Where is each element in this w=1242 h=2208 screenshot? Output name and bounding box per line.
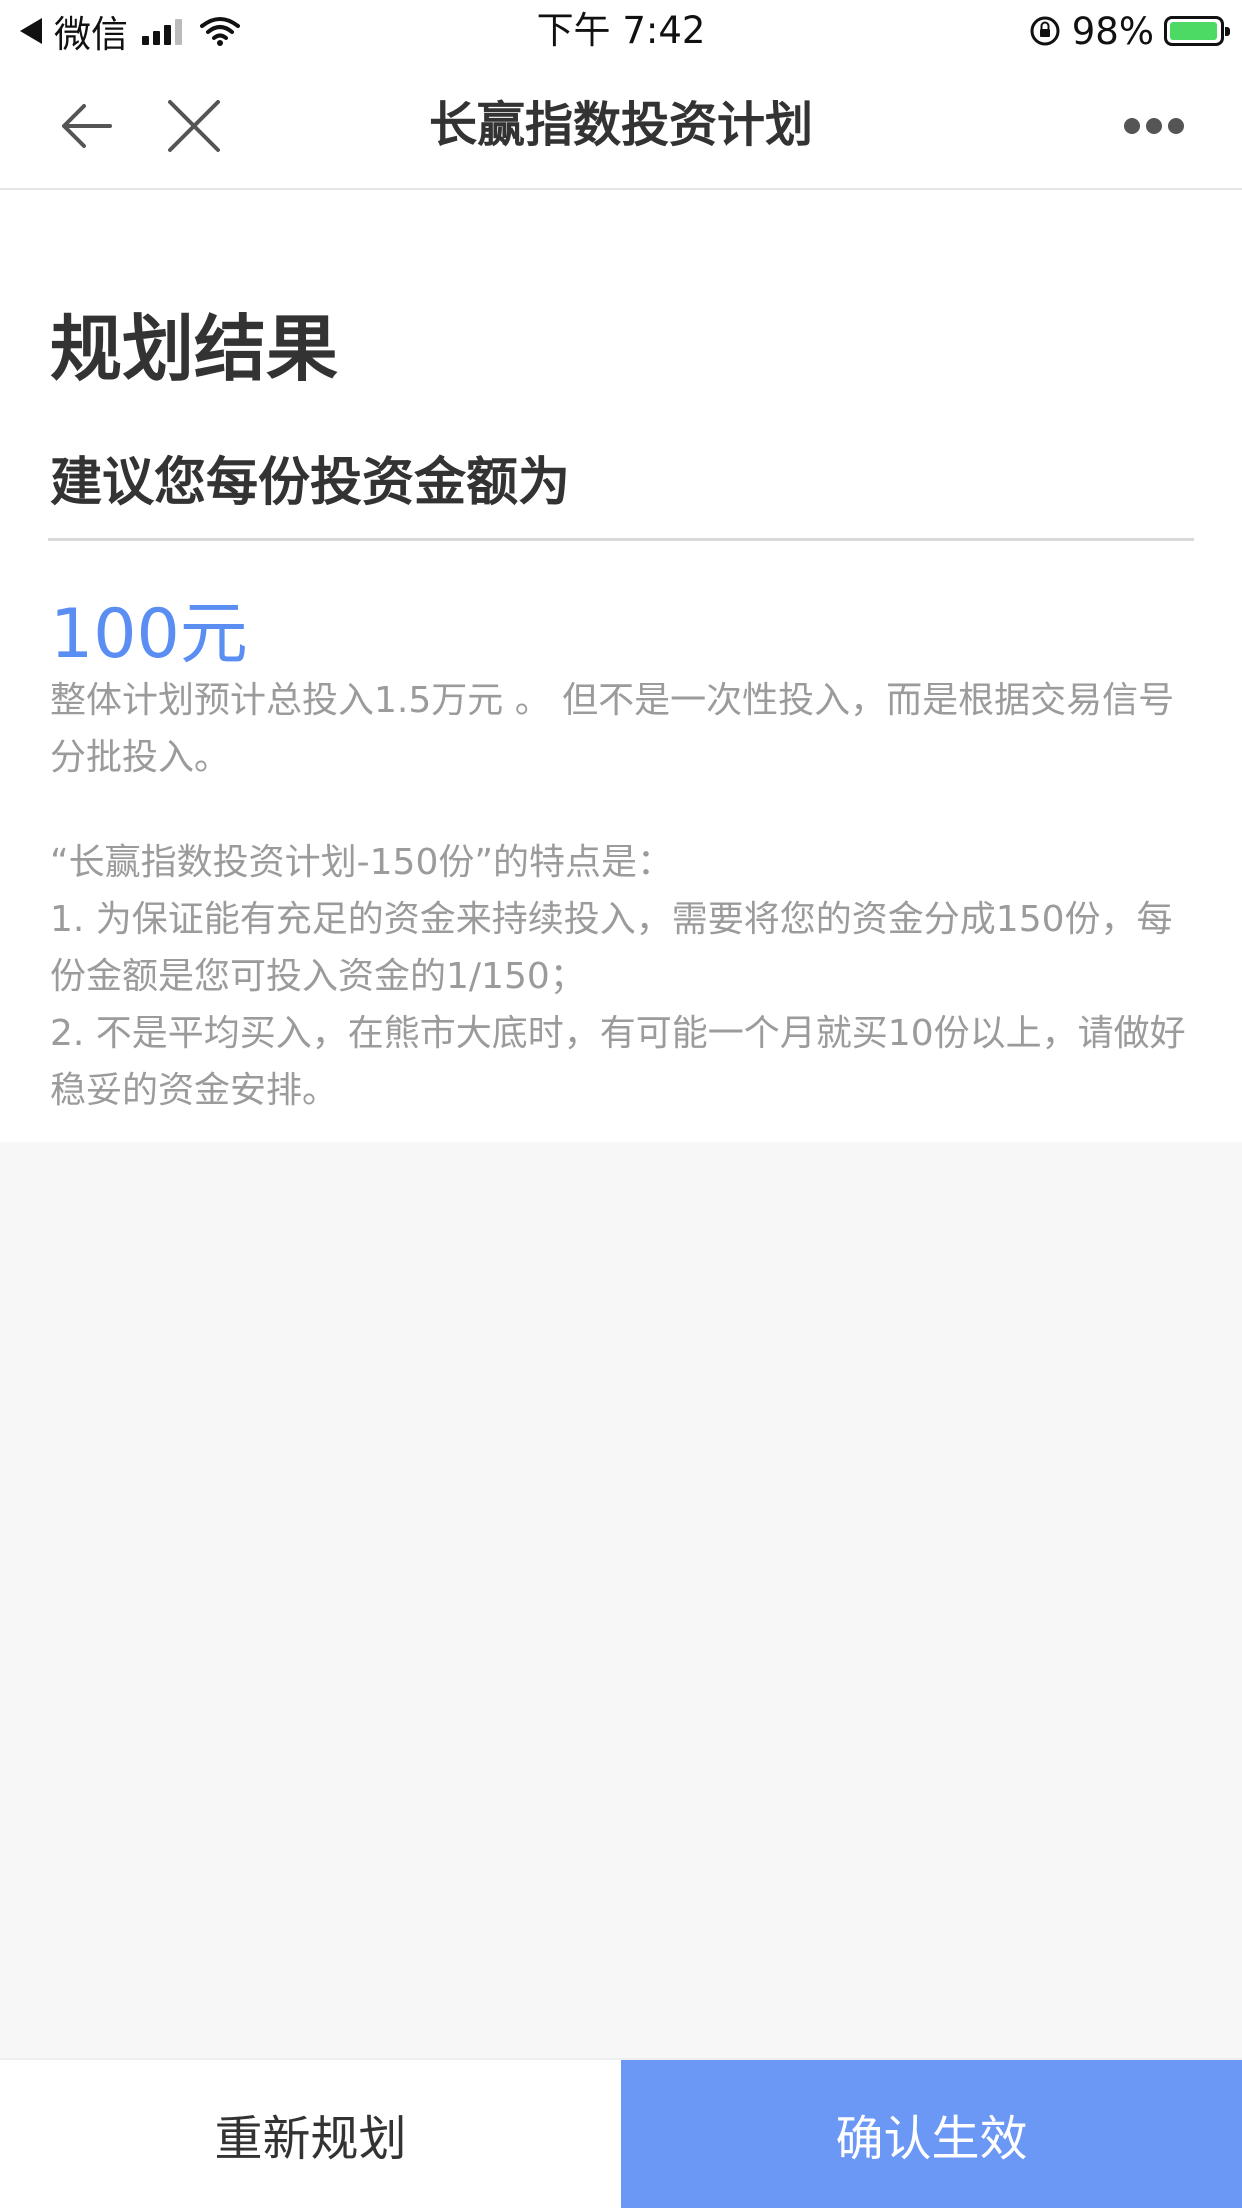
amount-value: 100元 bbox=[50, 595, 248, 674]
feature-point-2: 2. 不是平均买入，在熊市大底时，有可能一个月就买10份以上，请做好稳妥的资金安… bbox=[50, 1013, 1186, 1111]
battery-icon bbox=[1164, 16, 1230, 46]
plan-description: 整体计划预计总投入1.5万元 。 但不是一次性投入，而是根据交易信号分批投入。 bbox=[50, 680, 1175, 778]
status-right: 98% bbox=[1028, 8, 1230, 54]
suggest-label: 建议您每份投资金额为 bbox=[50, 453, 571, 513]
battery-fill bbox=[1170, 22, 1218, 40]
status-bar: 微信 下午 7:42 98% bbox=[0, 0, 1242, 62]
plan-features: “长赢指数投资计划-150份”的特点是： 1. 为保证能有充足的资金来持续投入，… bbox=[50, 834, 1200, 1119]
page-title: 长赢指数投资计划 bbox=[428, 97, 813, 153]
battery-percent: 98% bbox=[1071, 9, 1154, 53]
more-dots-icon bbox=[1124, 118, 1184, 134]
divider bbox=[48, 538, 1194, 541]
nav-bar: 长赢指数投资计划 bbox=[0, 62, 1242, 190]
bottom-action-bar: 重新规划 确认生效 bbox=[0, 2058, 1242, 2208]
features-heading: “长赢指数投资计划-150份”的特点是： bbox=[50, 842, 674, 883]
feature-point-1: 1. 为保证能有充足的资金来持续投入，需要将您的资金分成150份，每份金额是您可… bbox=[50, 899, 1173, 997]
replan-button[interactable]: 重新规划 bbox=[0, 2060, 621, 2208]
result-title: 规划结果 bbox=[50, 307, 339, 391]
confirm-button[interactable]: 确认生效 bbox=[621, 2060, 1242, 2208]
orientation-lock-icon bbox=[1030, 16, 1060, 46]
result-card: 规划结果 建议您每份投资金额为 100元 整体计划预计总投入1.5万元 。 但不… bbox=[0, 190, 1242, 1142]
more-button[interactable] bbox=[1116, 88, 1192, 164]
